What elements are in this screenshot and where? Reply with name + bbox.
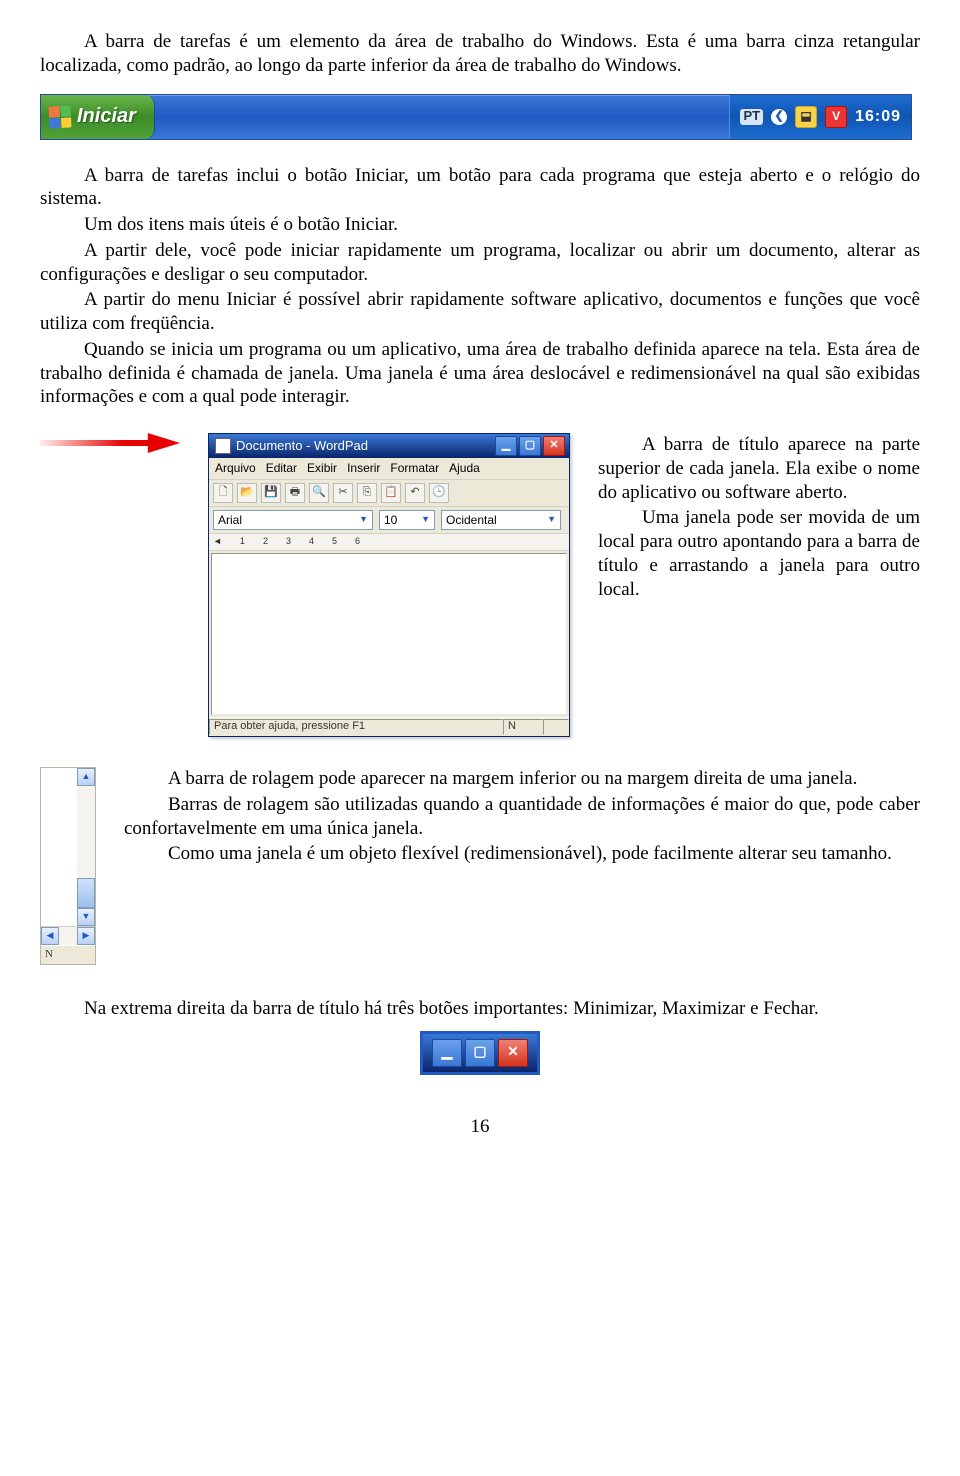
font-script-combo[interactable]: Ocidental ▼	[441, 510, 561, 530]
red-arrow-icon	[40, 433, 180, 453]
chevron-down-icon: ▼	[547, 514, 556, 525]
paragraph: Barras de rolagem são utilizadas quando …	[124, 793, 920, 841]
font-name-combo[interactable]: Arial ▼	[213, 510, 373, 530]
resize-grip-icon[interactable]	[543, 719, 569, 735]
tray-expand-icon[interactable]: ❮	[771, 109, 787, 125]
open-icon[interactable]: 📂	[237, 483, 257, 503]
save-icon[interactable]: 💾	[261, 483, 281, 503]
chevron-down-icon: ▼	[421, 514, 430, 525]
paragraph: A barra de rolagem pode aparecer na marg…	[124, 767, 920, 791]
date-icon[interactable]: 🕒	[429, 483, 449, 503]
paragraph: Quando se inicia um programa ou um aplic…	[40, 338, 920, 409]
language-indicator[interactable]: PT	[740, 109, 763, 125]
print-icon[interactable]: 🖶	[285, 483, 305, 503]
menu-item[interactable]: Editar	[266, 461, 297, 476]
clock: 16:09	[855, 107, 901, 127]
cut-icon[interactable]: ✂	[333, 483, 353, 503]
scroll-up-icon[interactable]: ▲	[77, 768, 95, 786]
ruler: ◄ 1 2 3 4 5 6	[209, 534, 569, 551]
scroll-left-icon[interactable]: ◀	[41, 927, 59, 945]
title-bar[interactable]: Documento - WordPad ▁ ▢ ✕	[209, 434, 569, 458]
close-button[interactable]: ✕	[498, 1039, 528, 1067]
minimize-button[interactable]: ▁	[432, 1039, 462, 1067]
window-buttons-closeup: ▁ ▢ ✕	[420, 1031, 540, 1075]
page-number: 16	[40, 1115, 920, 1139]
font-size-value: 10	[384, 513, 397, 528]
toolbar: 🗋 📂 💾 🖶 🔍 ✂ ⎘ 📋 ↶ 🕒	[209, 480, 569, 507]
paragraph: Um dos itens mais úteis é o botão Inicia…	[40, 213, 920, 237]
maximize-button[interactable]: ▢	[519, 436, 541, 456]
paragraph: Na extrema direita da barra de título há…	[40, 997, 920, 1021]
status-indicator: N	[503, 719, 543, 735]
document-area[interactable]	[211, 553, 567, 715]
undo-icon[interactable]: ↶	[405, 483, 425, 503]
scrollbar-snippet: ▲ ▼ ◀ ▶ N	[40, 767, 96, 965]
horizontal-scrollbar[interactable]: ◀ ▶	[41, 926, 95, 945]
find-icon[interactable]: 🔍	[309, 483, 329, 503]
tray-shield-icon[interactable]: ⬓	[795, 106, 817, 128]
status-text: Para obter ajuda, pressione F1	[209, 719, 503, 735]
menu-bar: Arquivo Editar Exibir Inserir Formatar A…	[209, 458, 569, 480]
taskbar-middle	[155, 95, 730, 139]
maximize-button[interactable]: ▢	[465, 1039, 495, 1067]
paragraph: A barra de tarefas inclui o botão Inicia…	[40, 164, 920, 212]
copy-icon[interactable]: ⎘	[357, 483, 377, 503]
scroll-down-icon[interactable]: ▼	[77, 908, 95, 926]
format-bar: Arial ▼ 10 ▼ Ocidental ▼	[209, 507, 569, 534]
minimize-button[interactable]: ▁	[495, 436, 517, 456]
status-indicator: N	[41, 945, 95, 964]
paragraph: A partir do menu Iniciar é possível abri…	[40, 288, 920, 336]
font-script-value: Ocidental	[446, 513, 497, 528]
windows-logo-icon	[48, 105, 71, 128]
vertical-scrollbar[interactable]: ▲ ▼	[77, 768, 95, 926]
windows-taskbar: Iniciar PT ❮ ⬓ V 16:09	[40, 94, 912, 140]
start-button-label: Iniciar	[77, 104, 136, 129]
font-size-combo[interactable]: 10 ▼	[379, 510, 435, 530]
document-corner: ▲ ▼	[41, 768, 95, 926]
new-icon[interactable]: 🗋	[213, 483, 233, 503]
menu-item[interactable]: Inserir	[347, 461, 380, 476]
paragraph: A partir dele, você pode iniciar rapidam…	[40, 239, 920, 287]
app-icon	[215, 438, 231, 454]
menu-item[interactable]: Ajuda	[449, 461, 480, 476]
paragraph: Uma janela pode ser movida de um local p…	[598, 506, 920, 601]
paragraph: Como uma janela é um objeto flexível (re…	[124, 842, 920, 866]
close-button[interactable]: ✕	[543, 436, 565, 456]
paragraph: A barra de tarefas é um elemento da área…	[40, 30, 920, 78]
paragraph: A barra de título aparece na parte super…	[598, 433, 920, 504]
menu-item[interactable]: Arquivo	[215, 461, 256, 476]
scroll-right-icon[interactable]: ▶	[77, 927, 95, 945]
paste-icon[interactable]: 📋	[381, 483, 401, 503]
scroll-thumb[interactable]	[77, 878, 95, 908]
tray-antivirus-icon[interactable]: V	[825, 106, 847, 128]
font-name-value: Arial	[218, 513, 242, 528]
status-bar: Para obter ajuda, pressione F1 N	[209, 717, 569, 736]
window-title: Documento - WordPad	[236, 438, 490, 454]
start-button[interactable]: Iniciar	[41, 95, 155, 139]
wordpad-window: Documento - WordPad ▁ ▢ ✕ Arquivo Editar…	[208, 433, 570, 737]
chevron-down-icon: ▼	[359, 514, 368, 525]
menu-item[interactable]: Formatar	[390, 461, 439, 476]
system-tray: PT ❮ ⬓ V 16:09	[729, 95, 911, 139]
menu-item[interactable]: Exibir	[307, 461, 337, 476]
